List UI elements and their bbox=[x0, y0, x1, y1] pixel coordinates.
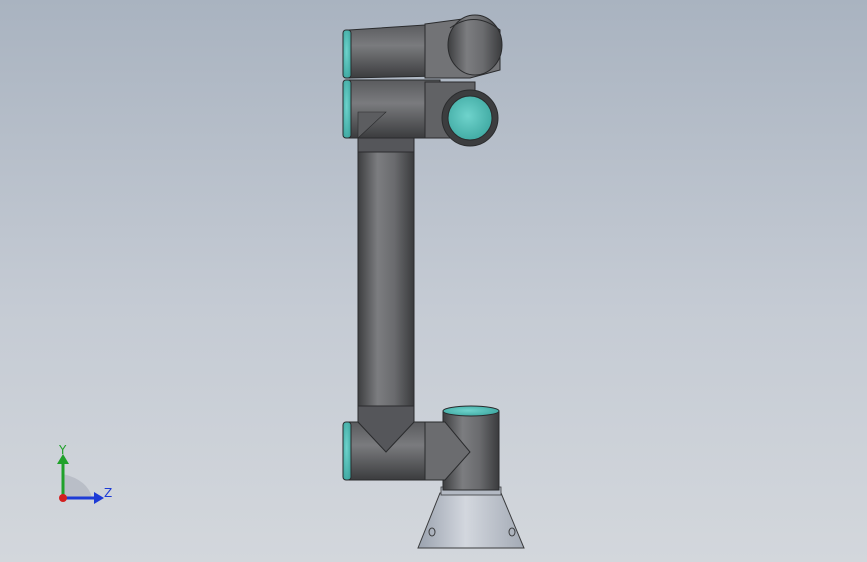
graphics-viewport[interactable]: Y Z bbox=[0, 0, 867, 562]
robot-arm-model[interactable] bbox=[0, 0, 867, 562]
wrist-joint bbox=[342, 14, 503, 79]
upper-arm-link bbox=[357, 151, 415, 407]
shoulder-joint bbox=[342, 404, 500, 491]
robot-base bbox=[417, 486, 525, 549]
orientation-triad: Y Z bbox=[57, 443, 112, 504]
z-axis-label: Z bbox=[104, 486, 112, 500]
y-axis-label: Y bbox=[58, 443, 67, 457]
elbow-joint bbox=[342, 79, 499, 153]
